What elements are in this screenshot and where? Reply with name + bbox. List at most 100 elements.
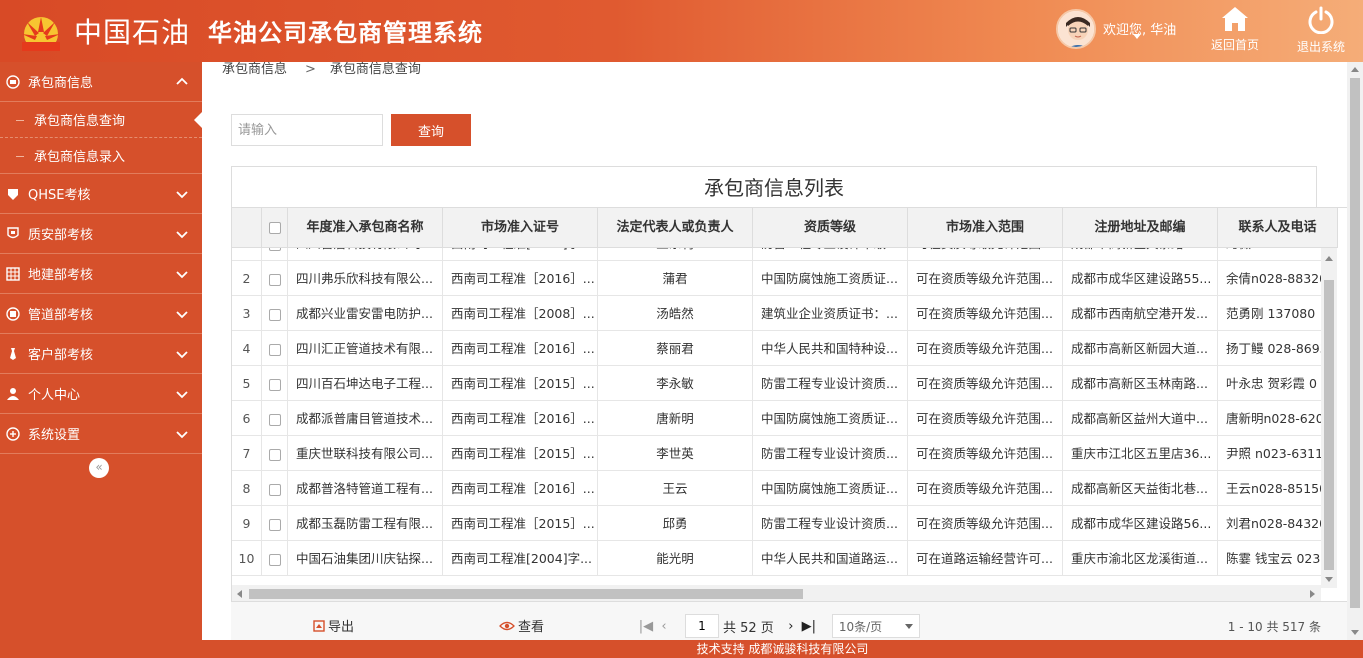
scroll-left-icon[interactable] xyxy=(237,590,242,598)
table-row[interactable]: 8 成都普洛特管道工程有... 西南司工程准［2016］... 王云 中国防腐蚀施工资质… xyxy=(232,471,1322,506)
scroll-up-icon[interactable] xyxy=(1351,67,1359,72)
table-cell: 中国石油集团川庆钻探... xyxy=(288,541,443,576)
row-select-cell xyxy=(262,261,288,296)
scroll-down-icon[interactable] xyxy=(1325,577,1333,582)
table-cell: 西南司工程准［2015］... xyxy=(443,506,598,541)
user-avatar[interactable] xyxy=(1056,9,1096,49)
chevron-down-icon xyxy=(176,391,188,399)
table-row[interactable]: 6 成都派普庸目管道技术... 西南司工程准［2016］... 唐新明 中国防腐蚀施工资… xyxy=(232,401,1322,436)
last-page-icon[interactable]: ▶| xyxy=(800,616,818,636)
table-cell: 中国防腐蚀施工资质证... xyxy=(753,261,908,296)
collapse-sidebar-button[interactable]: « xyxy=(89,458,109,478)
column-header[interactable]: 资质等级 xyxy=(753,208,908,248)
row-checkbox[interactable] xyxy=(268,248,281,251)
sidebar-subitem-label: 承包商信息查询 xyxy=(34,114,126,129)
table-horizontal-scrollbar[interactable] xyxy=(232,585,1321,601)
next-page-icon[interactable]: › xyxy=(782,616,800,636)
sidebar-item-pipeline[interactable]: 管道部考核 xyxy=(0,294,202,334)
table-cell: 王云 xyxy=(598,471,753,506)
table-row[interactable]: 1 四川雷盾科技有限公司...西南司工程准[2004]字...王东利防雷工程专业设… xyxy=(232,248,1322,261)
column-header[interactable]: 年度准入承包商名称 xyxy=(288,208,443,248)
view-button[interactable]: 查看 xyxy=(499,616,544,635)
column-header[interactable]: 注册地址及邮编 xyxy=(1063,208,1218,248)
scroll-up-icon[interactable] xyxy=(1325,256,1333,261)
grid-icon xyxy=(6,266,20,281)
table-cell: 四川弗乐欣科技有限公... xyxy=(288,261,443,296)
prev-page-icon[interactable]: ‹ xyxy=(655,616,673,636)
page-size-select[interactable]: 10条/页 xyxy=(831,614,920,638)
row-checkbox[interactable] xyxy=(268,343,281,356)
row-checkbox[interactable] xyxy=(268,448,281,461)
table-cell: 重庆市江北区五里店36... xyxy=(1063,436,1218,471)
page-number-input[interactable] xyxy=(685,614,719,638)
table-vertical-scrollbar[interactable] xyxy=(1321,248,1337,588)
scroll-thumb[interactable] xyxy=(1324,280,1334,570)
table-row[interactable]: 9 成都玉磊防雷工程有限... 西南司工程准［2015］... 邱勇 防雷工程专业设计资… xyxy=(232,506,1322,541)
table-row[interactable]: 10 中国石油集团川庆钻探... 西南司工程准[2004]字... 能光明 中华人民共和… xyxy=(232,541,1322,576)
home-button[interactable]: 返回首页 xyxy=(1205,6,1265,58)
row-checkbox[interactable] xyxy=(268,273,281,286)
scroll-down-icon[interactable] xyxy=(1351,630,1359,635)
row-checkbox[interactable] xyxy=(268,553,281,566)
table-row[interactable]: 7 重庆世联科技有限公司... 西南司工程准［2015］... 李世英 防雷工程专业设计… xyxy=(232,436,1322,471)
table-cell: 中国防腐蚀施工资质证... xyxy=(753,401,908,436)
column-header[interactable]: 联系人及电话 xyxy=(1218,208,1338,248)
row-checkbox[interactable] xyxy=(268,308,281,321)
sidebar-item-safety[interactable]: 质安部考核 xyxy=(0,214,202,254)
table-cell: 可在资质等级允许范围... xyxy=(908,401,1063,436)
table-cell: 西南司工程准［2015］... xyxy=(443,436,598,471)
page-size-value: 10条/页 xyxy=(838,619,883,634)
column-header[interactable]: 法定代表人或负责人 xyxy=(598,208,753,248)
chevron-up-icon xyxy=(176,77,188,85)
logout-button[interactable]: 退出系统 xyxy=(1291,6,1351,58)
row-checkbox[interactable] xyxy=(268,413,281,426)
table-cell: 扬丁鳗 028-8693 xyxy=(1218,331,1322,366)
table-row[interactable]: 5 四川百石坤达电子工程... 西南司工程准［2015］... 李永敏 防雷工程专业设计… xyxy=(232,366,1322,401)
sidebar-subitem-contractor-query[interactable]: 承包商信息查询 xyxy=(0,102,202,138)
table-cell: 成都普洛特管道工程有... xyxy=(288,471,443,506)
row-index: 8 xyxy=(232,471,262,506)
page-vertical-scrollbar[interactable] xyxy=(1347,62,1363,640)
sidebar-item-personal[interactable]: 个人中心 xyxy=(0,374,202,414)
table-cell: 汤皓然 xyxy=(598,296,753,331)
table-cell: 重庆市渝北区龙溪街道... xyxy=(1063,541,1218,576)
table-row[interactable]: 2 四川弗乐欣科技有限公... 西南司工程准［2016］... 蒲君 中国防腐蚀施工资质… xyxy=(232,261,1322,296)
column-header[interactable]: 市场准入范围 xyxy=(908,208,1063,248)
table-cell: 尹照 n023-63114 xyxy=(1218,436,1322,471)
first-page-icon[interactable]: |◀ xyxy=(637,616,655,636)
chevron-down-icon xyxy=(176,231,188,239)
breadcrumb-current: 承包商信息查询 xyxy=(329,62,421,77)
sidebar-item-contractor-info[interactable]: 承包商信息 xyxy=(0,62,202,102)
sidebar: 承包商信息 承包商信息查询 承包商信息录入 QHSE考核 质安部考核 地建部考核… xyxy=(0,62,202,658)
table-cell: 成都市成华区建设路55... xyxy=(1063,261,1218,296)
scroll-thumb[interactable] xyxy=(249,589,803,599)
scroll-right-icon[interactable] xyxy=(1310,590,1315,598)
table-cell: 可在资质等级允许范围... xyxy=(908,471,1063,506)
user-menu-caret-icon[interactable] xyxy=(1133,34,1141,39)
view-label: 查看 xyxy=(518,620,545,635)
shield-icon xyxy=(6,226,20,241)
table-cell: 成都市高新区天泰路47... xyxy=(1063,248,1218,261)
sidebar-item-qhse[interactable]: QHSE考核 xyxy=(0,174,202,214)
table-cell: 余倩n028-883201 xyxy=(1218,261,1322,296)
column-header[interactable]: 市场准入证号 xyxy=(443,208,598,248)
row-select-cell xyxy=(262,401,288,436)
sidebar-item-customer[interactable]: 客户部考核 xyxy=(0,334,202,374)
sidebar-subitem-contractor-entry[interactable]: 承包商信息录入 xyxy=(0,138,202,174)
row-checkbox[interactable] xyxy=(268,378,281,391)
sidebar-item-construction[interactable]: 地建部考核 xyxy=(0,254,202,294)
sidebar-item-settings[interactable]: 系统设置 xyxy=(0,414,202,454)
scroll-thumb[interactable] xyxy=(1350,78,1360,608)
table-cell: 可在资质等级允许范围... xyxy=(908,506,1063,541)
home-icon xyxy=(1222,7,1248,31)
table-row[interactable]: 4 四川汇正管道技术有限... 西南司工程准［2016］... 蔡丽君 中华人民共和国特… xyxy=(232,331,1322,366)
select-all-checkbox[interactable] xyxy=(268,221,281,234)
search-button[interactable]: 查询 xyxy=(391,114,471,146)
breadcrumb-parent[interactable]: 承包商信息 xyxy=(222,62,287,77)
export-button[interactable]: 导出 xyxy=(313,616,354,635)
table-cell: 四川百石坤达电子工程... xyxy=(288,366,443,401)
row-checkbox[interactable] xyxy=(268,518,281,531)
search-input[interactable] xyxy=(231,114,383,146)
table-row[interactable]: 3 成都兴业雷安雷电防护... 西南司工程准［2008］... 汤皓然 建筑业企业资质证… xyxy=(232,296,1322,331)
row-checkbox[interactable] xyxy=(268,483,281,496)
